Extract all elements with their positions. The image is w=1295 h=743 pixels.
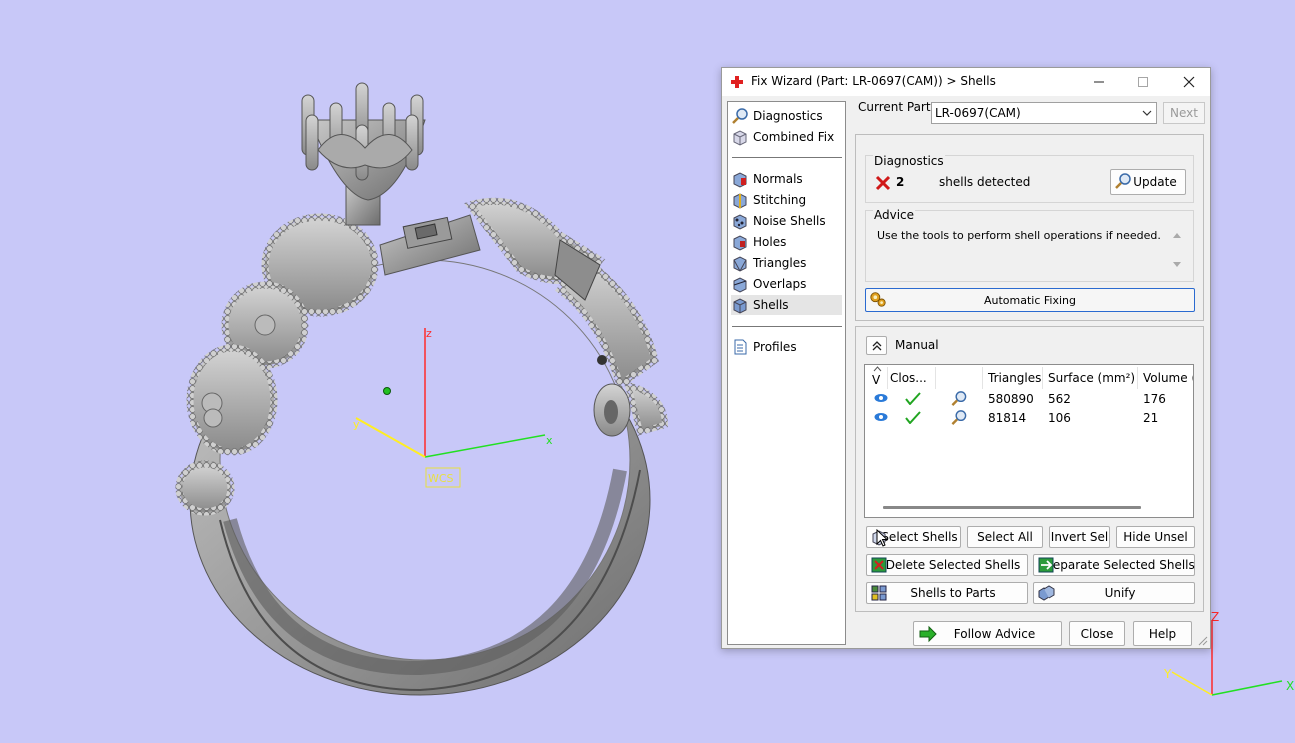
follow-advice-button[interactable]: Follow Advice	[913, 621, 1062, 646]
shells-cube-icon	[733, 298, 747, 314]
stitching-cube-icon	[733, 193, 747, 209]
sort-up-icon[interactable]	[873, 366, 882, 372]
diagnostics-status: shells detected	[939, 175, 1031, 189]
col-header-closed[interactable]: Clos...	[890, 371, 927, 385]
minimize-button[interactable]	[1076, 68, 1122, 96]
magnifier-icon[interactable]	[950, 390, 968, 407]
mouse-cursor-icon	[876, 529, 888, 547]
minimize-icon	[1094, 81, 1104, 83]
update-button[interactable]: Update	[1110, 169, 1186, 195]
invert-sel-button[interactable]: Invert Sel	[1049, 526, 1110, 548]
shell-count: 2	[896, 175, 905, 189]
collapse-manual-button[interactable]	[866, 336, 887, 355]
col-header-triangles[interactable]: Triangles	[988, 371, 1041, 385]
nav-separator	[732, 326, 842, 327]
holes-cube-icon	[733, 235, 747, 251]
current-part-label: Current Part:	[858, 100, 935, 114]
table-row[interactable]: 81814 106 21	[865, 408, 1193, 427]
close-icon	[1183, 76, 1195, 88]
select-all-button[interactable]: Select All	[967, 526, 1043, 548]
shells-to-parts-button[interactable]: Shells to Parts	[866, 582, 1028, 604]
nav-item-holes[interactable]: Holes	[731, 232, 842, 252]
shells-to-parts-icon	[871, 585, 887, 601]
svg-text:Y: Y	[1163, 667, 1172, 681]
nav-item-triangles[interactable]: Triangles	[731, 253, 842, 273]
nav-item-shells[interactable]: Shells	[731, 295, 842, 315]
checkmark-icon	[905, 392, 921, 405]
help-button[interactable]: Help	[1133, 621, 1192, 646]
nav-item-stitching[interactable]: Stitching	[731, 190, 842, 210]
horizontal-scrollbar[interactable]	[883, 506, 1141, 509]
axis-x-label: x	[546, 434, 553, 447]
advice-title: Advice	[873, 208, 916, 222]
separate-selected-shells-button[interactable]: Separate Selected Shells	[1033, 554, 1195, 576]
maximize-icon	[1138, 77, 1148, 87]
delete-selected-shells-button[interactable]: Delete Selected Shells	[866, 554, 1028, 576]
cube-icon	[733, 130, 747, 146]
svg-text:X: X	[1286, 679, 1294, 693]
document-icon	[734, 339, 747, 355]
nav-item-profiles[interactable]: Profiles	[731, 337, 842, 357]
manual-title: Manual	[895, 338, 939, 352]
nav-separator	[732, 157, 842, 158]
close-button[interactable]: Close	[1069, 621, 1125, 646]
ring-model[interactable]	[175, 82, 669, 696]
green-arrow-right-icon	[919, 625, 937, 643]
unify-button[interactable]: Unify	[1033, 582, 1195, 604]
scroll-down-icon[interactable]	[1172, 261, 1182, 269]
chevron-down-icon	[1142, 110, 1152, 116]
eye-icon[interactable]	[874, 412, 888, 422]
red-cross-icon	[731, 76, 743, 88]
error-x-icon	[875, 175, 891, 191]
fix-wizard-dialog: Fix Wizard (Part: LR-0697(CAM)) > Shells…	[721, 67, 1211, 649]
svg-text:Z: Z	[1211, 610, 1219, 624]
automatic-fixing-button[interactable]: Automatic Fixing	[865, 288, 1195, 312]
magnifier-icon	[732, 108, 748, 124]
triangles-cube-icon	[733, 256, 747, 272]
current-part-select[interactable]: LR-0697(CAM)	[931, 102, 1157, 124]
noise-shells-icon	[733, 214, 747, 230]
delete-shell-icon	[871, 557, 887, 573]
magnifier-icon[interactable]	[950, 409, 968, 426]
magnifier-icon	[1115, 173, 1131, 189]
resize-grip-icon[interactable]	[1198, 636, 1208, 646]
maximize-button[interactable]	[1120, 68, 1166, 96]
col-header-visible[interactable]: V	[872, 373, 880, 387]
axis-y-label: y	[353, 418, 360, 431]
wizard-nav-panel: Diagnostics Combined Fix Normals Stitchi…	[727, 101, 846, 645]
overlaps-cube-icon	[733, 277, 747, 293]
nav-item-normals[interactable]: Normals	[731, 169, 842, 189]
normals-cube-icon	[733, 172, 747, 188]
wcs-label: WCS	[428, 472, 454, 485]
table-row[interactable]: 580890 562 176	[865, 389, 1193, 408]
checkmark-icon	[905, 411, 921, 424]
nav-item-combined-fix[interactable]: Combined Fix	[731, 127, 842, 147]
next-button[interactable]: Next	[1163, 102, 1205, 124]
nav-item-diagnostics[interactable]: Diagnostics	[731, 106, 842, 126]
separate-shell-icon	[1038, 557, 1054, 573]
diagnostics-title: Diagnostics	[873, 154, 945, 168]
title-bar[interactable]: Fix Wizard (Part: LR-0697(CAM)) > Shells	[722, 68, 1210, 96]
shells-table: V Clos... Triangles Surface (mm²) Volume…	[864, 364, 1194, 518]
double-chevron-up-icon	[872, 340, 881, 350]
axis-z-label: z	[426, 327, 432, 340]
col-header-surface[interactable]: Surface (mm²)	[1048, 371, 1135, 385]
diagnostics-group: Diagnostics 2 shells detected Update Adv…	[855, 134, 1204, 321]
gears-icon	[870, 292, 886, 307]
advice-text: Use the tools to perform shell operation…	[877, 229, 1161, 242]
nav-item-overlaps[interactable]: Overlaps	[731, 274, 842, 294]
scroll-up-icon[interactable]	[1172, 231, 1182, 239]
unify-icon	[1038, 585, 1055, 601]
close-window-button[interactable]	[1166, 68, 1212, 96]
col-header-volume[interactable]: Volume (	[1143, 371, 1193, 385]
eye-icon[interactable]	[874, 393, 888, 403]
nav-item-noise-shells[interactable]: Noise Shells	[731, 211, 842, 231]
hide-unsel-button[interactable]: Hide Unsel	[1116, 526, 1195, 548]
dialog-title: Fix Wizard (Part: LR-0697(CAM)) > Shells	[751, 74, 996, 88]
